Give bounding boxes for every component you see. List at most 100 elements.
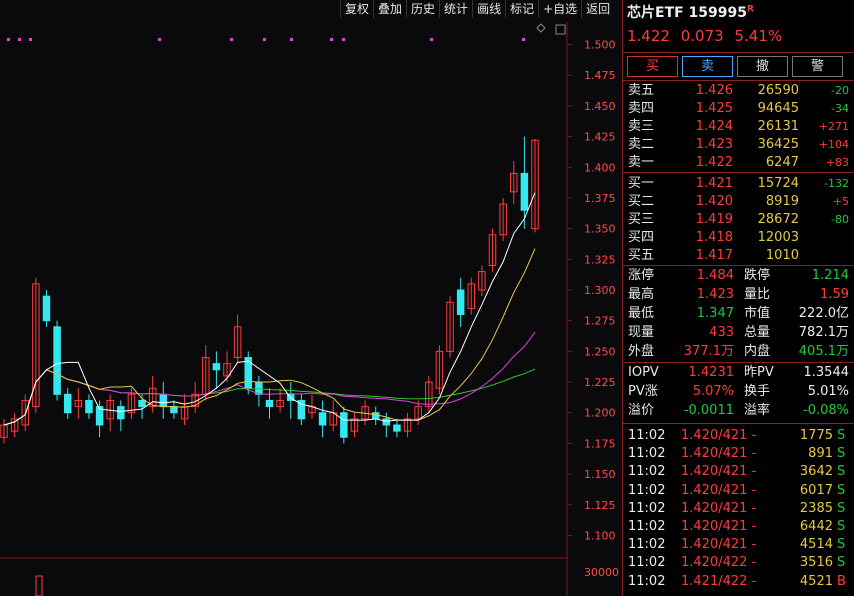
stat-label: 溢率 (744, 403, 771, 418)
candle-down (42, 295, 51, 322)
stat-value: 1.4231 (688, 365, 735, 380)
toolbar-add-watch-button[interactable]: +自选 (538, 0, 581, 18)
alert-button[interactable]: 警 (792, 56, 843, 77)
order-row[interactable]: 卖四 1.425 94645 -34 (623, 100, 854, 118)
signal-marker (18, 38, 21, 41)
order-row[interactable]: 卖三 1.424 26131 +271 (623, 118, 854, 136)
divider (623, 362, 854, 363)
candle-down (520, 172, 529, 211)
tick-side: S (837, 482, 846, 498)
tick-row: 11:02 1.420/421 - 6017 S (623, 482, 854, 500)
order-row[interactable]: 买四 1.418 12003 (623, 229, 854, 247)
order-label: 卖一 (628, 155, 655, 170)
toolbar-overlay-button[interactable]: 叠加 (373, 0, 406, 18)
stat-label: 跌停 (744, 268, 771, 283)
candle-down (138, 399, 146, 408)
signal-marker (522, 38, 525, 41)
stat-label: 最低 (628, 306, 655, 321)
candle-down (371, 412, 380, 420)
cancel-button[interactable]: 撤 (737, 56, 788, 77)
tick-side: S (837, 464, 846, 480)
toolbar-back-button[interactable]: 返回 (581, 0, 614, 18)
tick-time: 11:02 (628, 555, 666, 571)
order-price: 1.426 (695, 83, 733, 98)
order-row[interactable]: 卖一 1.422 6247 +83 (623, 154, 854, 172)
stat-value: 1.484 (696, 268, 734, 283)
stat-value: 1.59 (820, 287, 849, 302)
order-label: 买五 (628, 248, 655, 263)
y-tick-label: 1.250 (584, 345, 616, 358)
order-row[interactable]: 卖五 1.426 26590 -20 (623, 82, 854, 100)
candle-down (456, 289, 465, 316)
stat-value: 5.01% (807, 384, 849, 399)
order-volume: 26131 (757, 119, 799, 134)
r-flag: R (747, 4, 754, 15)
candle-down (63, 393, 72, 414)
tick-volume: 2385 (799, 500, 833, 516)
order-label: 卖五 (628, 83, 655, 98)
sell-button[interactable]: 卖 (682, 56, 733, 77)
order-volume: 12003 (757, 230, 799, 245)
stat-label: IOPV (628, 365, 659, 380)
signal-marker (7, 38, 10, 41)
y-tick-label: 1.100 (584, 529, 616, 542)
divider (623, 265, 854, 266)
stat-value: 222.0亿 (798, 306, 849, 321)
order-row[interactable]: 买五 1.417 1010 (623, 247, 854, 265)
tick-time: 11:02 (628, 482, 666, 498)
candle-down (85, 399, 93, 414)
candle-down (212, 363, 221, 371)
toolbar-fuquan-button[interactable]: 复权 (340, 0, 373, 18)
stat-row: PV涨 5.07% 换手 5.01% (623, 383, 854, 401)
stat-label: 溢价 (628, 403, 655, 418)
y-tick-label: 1.325 (584, 253, 616, 266)
divider (623, 423, 854, 424)
stat-label: 外盘 (628, 344, 655, 359)
order-row[interactable]: 买一 1.421 15724 -132 (623, 175, 854, 193)
last-price: 1.422 (627, 27, 670, 45)
tick-side: S (837, 519, 846, 534)
order-row[interactable]: 买三 1.419 28672 -80 (623, 211, 854, 229)
stat-value: 433 (709, 325, 734, 340)
candle-down (340, 412, 348, 438)
stat-label: 现量 (628, 325, 655, 340)
toolbar-draw-button[interactable]: 画线 (472, 0, 505, 18)
tick-time: 11:02 (628, 573, 666, 589)
tick-price: 1.421/422 - (681, 573, 757, 589)
candle-down (53, 326, 61, 395)
stat-label: 昨PV (744, 365, 774, 380)
signal-marker (430, 38, 433, 41)
toolbar-stats-button[interactable]: 统计 (439, 0, 472, 18)
toolbar-mark-button[interactable]: 标记 (505, 0, 538, 18)
signal-marker (290, 38, 293, 41)
toolbar-history-button[interactable]: 历史 (406, 0, 439, 18)
order-delta: +104 (818, 138, 849, 151)
stat-value: -0.08% (803, 403, 849, 418)
tick-price: 1.420/421 - (681, 500, 757, 516)
volume-tick-label: 30000 (584, 566, 619, 579)
kline-svg[interactable]: 1.500 1.475 1.450 1.425 1.400 1.375 1.350 1.325… (0, 0, 621, 596)
order-price: 1.423 (695, 137, 733, 152)
tick-volume: 4521 (799, 573, 833, 589)
order-label: 买四 (628, 230, 655, 245)
panel-toggle-icon (555, 24, 566, 35)
y-tick-label: 1.175 (584, 437, 616, 450)
order-row[interactable]: 买二 1.420 8919 +5 (623, 193, 854, 211)
y-tick-label: 1.300 (584, 284, 616, 297)
order-delta: +5 (832, 195, 849, 208)
y-tick-label: 1.500 (584, 39, 616, 52)
order-delta: -34 (831, 102, 849, 115)
order-delta: -80 (831, 213, 849, 226)
security-name: 芯片ETF 159995 (627, 5, 747, 21)
buy-button[interactable]: 买 (627, 56, 678, 77)
order-row[interactable]: 卖二 1.423 36425 +104 (623, 136, 854, 154)
stat-row: IOPV 1.4231 昨PV 1.3544 (623, 364, 854, 382)
stat-row: 外盘 377.1万 内盘 405.1万 (623, 343, 854, 361)
kline-chart[interactable]: 1.500 1.475 1.450 1.425 1.400 1.375 1.350 1.325… (0, 0, 621, 596)
y-tick-label: 1.400 (584, 161, 616, 174)
y-tick-label: 1.125 (584, 499, 616, 512)
tick-time: 11:02 (628, 519, 666, 534)
candle-down (170, 406, 178, 414)
candle-down (159, 393, 168, 408)
y-tick-label: 1.450 (584, 100, 616, 113)
